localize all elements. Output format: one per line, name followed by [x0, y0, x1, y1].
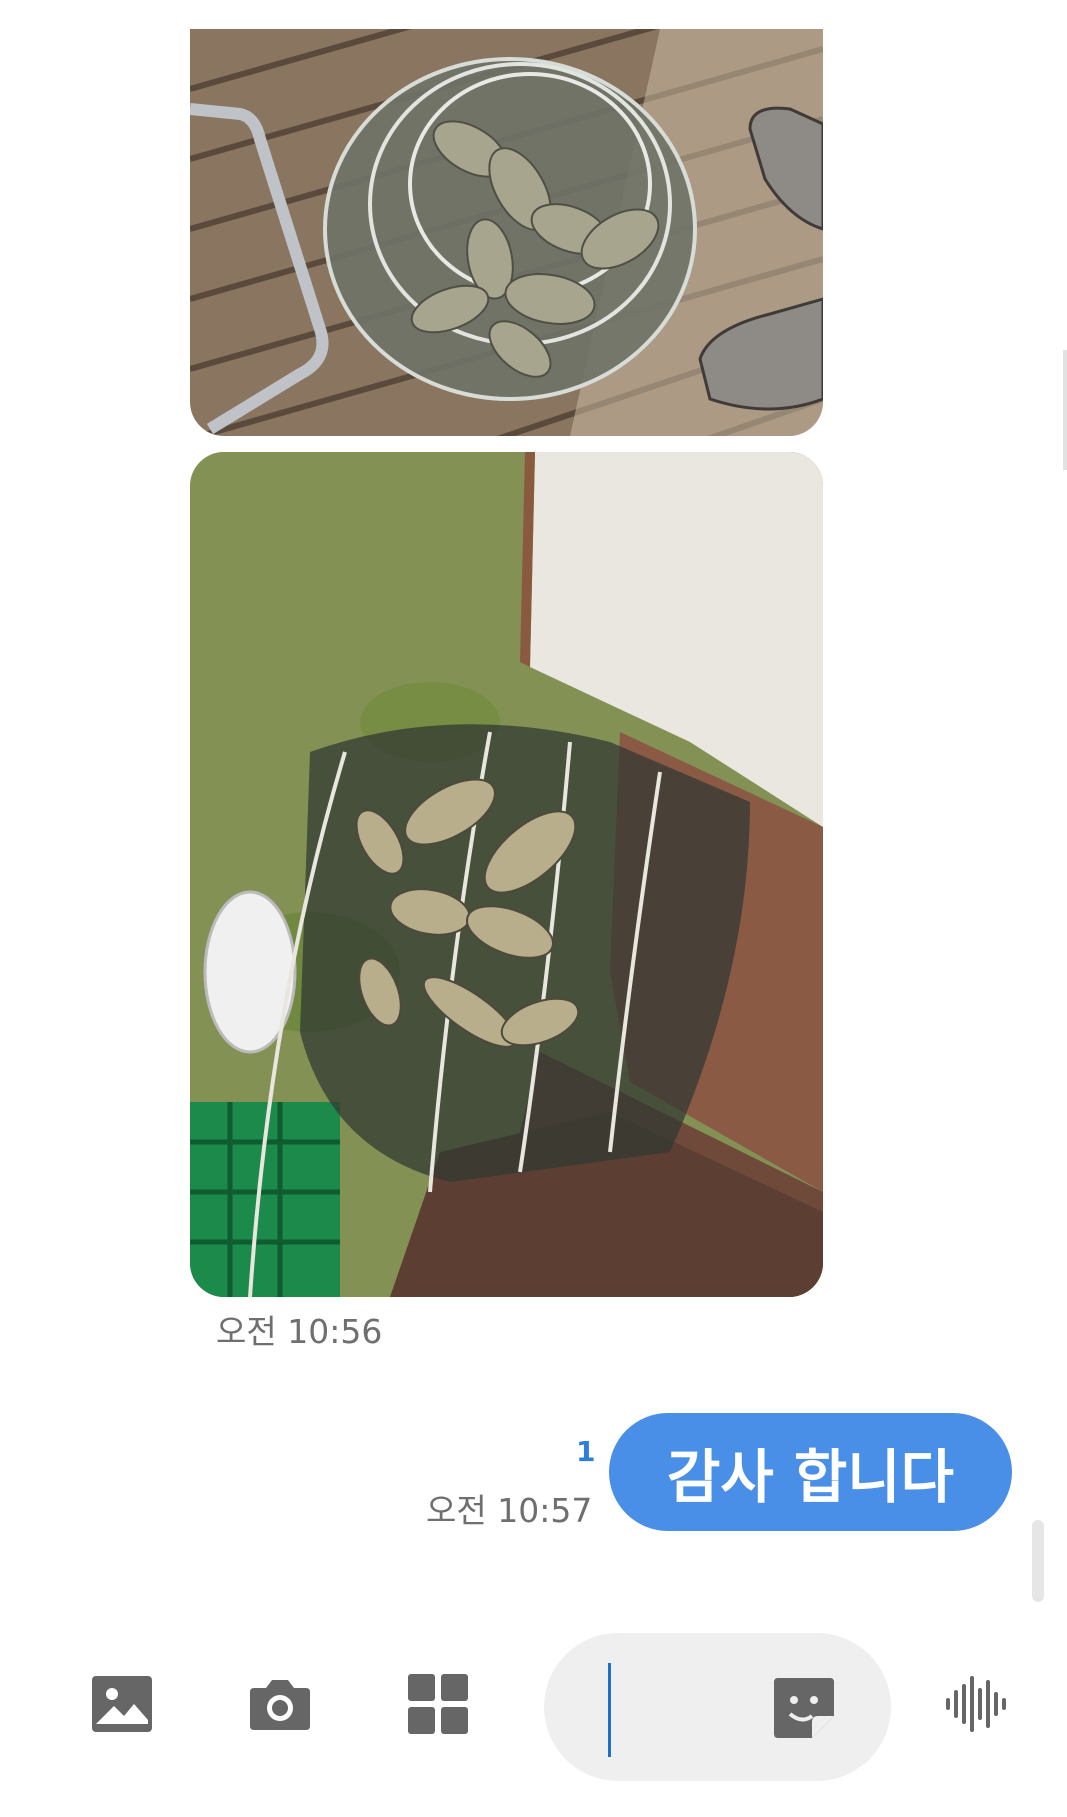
apps-button[interactable]	[406, 1672, 470, 1736]
voice-wave-icon	[946, 1676, 1006, 1732]
chat-screen: 오전 10:56 1 오전 10:57 감사 합니다	[0, 0, 1067, 1817]
fish-net-water-image	[190, 452, 823, 1297]
sticker-button[interactable]	[772, 1676, 836, 1740]
scrollbar-thumb[interactable]	[1032, 1520, 1044, 1602]
apps-grid-icon	[408, 1674, 468, 1734]
gallery-button[interactable]	[90, 1672, 154, 1736]
camera-icon	[250, 1680, 310, 1730]
received-photo-2[interactable]	[190, 452, 823, 1297]
message-input-container	[544, 1633, 891, 1781]
sent-timestamp: 오전 10:57	[426, 1491, 593, 1530]
unread-count: 1	[576, 1435, 596, 1468]
scroll-indicator-top	[1063, 350, 1067, 470]
fish-net-dock-image	[190, 29, 823, 436]
received-timestamp: 오전 10:56	[216, 1312, 383, 1351]
sticker-icon	[774, 1678, 834, 1738]
sent-message-bubble[interactable]: 감사 합니다	[609, 1413, 1012, 1531]
text-cursor	[608, 1663, 611, 1757]
image-icon	[92, 1676, 152, 1732]
voice-button[interactable]	[944, 1672, 1008, 1736]
camera-button[interactable]	[248, 1672, 312, 1736]
received-photo-1[interactable]	[190, 29, 823, 436]
message-input[interactable]	[584, 1661, 788, 1755]
